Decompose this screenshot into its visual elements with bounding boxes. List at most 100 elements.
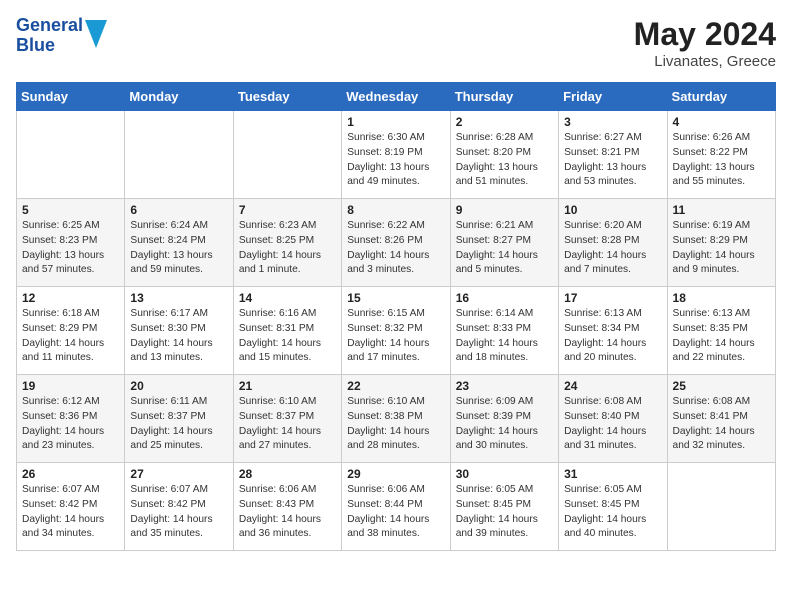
day-number: 28 bbox=[239, 467, 336, 481]
day-number: 22 bbox=[347, 379, 444, 393]
calendar-cell: 28 Sunrise: 6:06 AMSunset: 8:43 PMDayligh… bbox=[233, 463, 341, 551]
calendar-cell: 8Sunrise: 6:22 AMSunset: 8:26 PMDaylight… bbox=[342, 199, 450, 287]
day-number: 24 bbox=[564, 379, 661, 393]
day-info: Sunrise: 6:07 AMSunset: 8:42 PMDaylight:… bbox=[22, 483, 119, 542]
calendar-cell: 5 Sunrise: 6:25 AMSunset: 8:23 PMDaylight… bbox=[17, 199, 125, 287]
day-info: Sunrise: 6:26 AMSunset: 8:22 PMDaylight:… bbox=[673, 131, 770, 190]
calendar-cell: 18 Sunrise: 6:13 AMSunset: 8:35 PMDayligh… bbox=[667, 287, 775, 375]
day-number: 30 bbox=[456, 467, 553, 481]
calendar-table: SundayMondayTuesdayWednesdayThursdayFrid… bbox=[16, 82, 776, 551]
weekday-header-sunday: Sunday bbox=[17, 83, 125, 111]
day-number: 23 bbox=[456, 379, 553, 393]
calendar-cell: 26 Sunrise: 6:07 AMSunset: 8:42 PMDayligh… bbox=[17, 463, 125, 551]
day-info: Sunrise: 6:08 AMSunset: 8:41 PMDaylight:… bbox=[673, 395, 770, 454]
day-number: 10 bbox=[564, 203, 661, 217]
calendar-cell: 13Sunrise: 6:17 AMSunset: 8:30 PMDayligh… bbox=[125, 287, 233, 375]
calendar-cell: 6 Sunrise: 6:24 AMSunset: 8:24 PMDaylight… bbox=[125, 199, 233, 287]
day-info: Sunrise: 6:25 AMSunset: 8:23 PMDaylight:… bbox=[22, 219, 119, 278]
calendar-cell bbox=[233, 111, 341, 199]
day-info: Sunrise: 6:23 AMSunset: 8:25 PMDaylight:… bbox=[239, 219, 336, 278]
day-info: Sunrise: 6:05 AMSunset: 8:45 PMDaylight:… bbox=[564, 483, 661, 542]
calendar-cell bbox=[125, 111, 233, 199]
day-number: 26 bbox=[22, 467, 119, 481]
day-number: 21 bbox=[239, 379, 336, 393]
day-info: Sunrise: 6:08 AMSunset: 8:40 PMDaylight:… bbox=[564, 395, 661, 454]
day-number: 9 bbox=[456, 203, 553, 217]
day-number: 11 bbox=[673, 203, 770, 217]
day-info: Sunrise: 6:11 AMSunset: 8:37 PMDaylight:… bbox=[130, 395, 227, 454]
page-header: General Blue May 2024 Livanates, Greece bbox=[16, 16, 776, 70]
calendar-cell: 30 Sunrise: 6:05 AMSunset: 8:45 PMDayligh… bbox=[450, 463, 558, 551]
calendar-week-5: 26 Sunrise: 6:07 AMSunset: 8:42 PMDayligh… bbox=[17, 463, 776, 551]
month-year-title: May 2024 bbox=[634, 16, 776, 53]
day-info: Sunrise: 6:22 AMSunset: 8:26 PMDaylight:… bbox=[347, 219, 444, 278]
day-info: Sunrise: 6:05 AMSunset: 8:45 PMDaylight:… bbox=[456, 483, 553, 542]
calendar-cell: 7 Sunrise: 6:23 AMSunset: 8:25 PMDaylight… bbox=[233, 199, 341, 287]
day-number: 13 bbox=[130, 291, 227, 305]
day-number: 1 bbox=[347, 115, 444, 129]
day-number: 4 bbox=[673, 115, 770, 129]
day-info: Sunrise: 6:27 AMSunset: 8:21 PMDaylight:… bbox=[564, 131, 661, 190]
day-number: 7 bbox=[239, 203, 336, 217]
calendar-cell: 31Sunrise: 6:05 AMSunset: 8:45 PMDayligh… bbox=[559, 463, 667, 551]
day-info: Sunrise: 6:06 AMSunset: 8:44 PMDaylight:… bbox=[347, 483, 444, 542]
day-info: Sunrise: 6:13 AMSunset: 8:35 PMDaylight:… bbox=[673, 307, 770, 366]
calendar-week-2: 5 Sunrise: 6:25 AMSunset: 8:23 PMDaylight… bbox=[17, 199, 776, 287]
weekday-header-thursday: Thursday bbox=[450, 83, 558, 111]
calendar-cell: 12Sunrise: 6:18 AMSunset: 8:29 PMDayligh… bbox=[17, 287, 125, 375]
calendar-cell: 24 Sunrise: 6:08 AMSunset: 8:40 PMDayligh… bbox=[559, 375, 667, 463]
day-number: 14 bbox=[239, 291, 336, 305]
day-info: Sunrise: 6:24 AMSunset: 8:24 PMDaylight:… bbox=[130, 219, 227, 278]
day-info: Sunrise: 6:30 AMSunset: 8:19 PMDaylight:… bbox=[347, 131, 444, 190]
logo-line1: General bbox=[16, 16, 83, 36]
day-number: 5 bbox=[22, 203, 119, 217]
calendar-cell: 9 Sunrise: 6:21 AMSunset: 8:27 PMDaylight… bbox=[450, 199, 558, 287]
day-info: Sunrise: 6:19 AMSunset: 8:29 PMDaylight:… bbox=[673, 219, 770, 278]
calendar-cell: 14 Sunrise: 6:16 AMSunset: 8:31 PMDayligh… bbox=[233, 287, 341, 375]
calendar-cell: 19Sunrise: 6:12 AMSunset: 8:36 PMDayligh… bbox=[17, 375, 125, 463]
calendar-body: 1 Sunrise: 6:30 AMSunset: 8:19 PMDaylight… bbox=[17, 111, 776, 551]
calendar-cell: 11 Sunrise: 6:19 AMSunset: 8:29 PMDayligh… bbox=[667, 199, 775, 287]
day-info: Sunrise: 6:06 AMSunset: 8:43 PMDaylight:… bbox=[239, 483, 336, 542]
calendar-week-1: 1 Sunrise: 6:30 AMSunset: 8:19 PMDaylight… bbox=[17, 111, 776, 199]
day-info: Sunrise: 6:28 AMSunset: 8:20 PMDaylight:… bbox=[456, 131, 553, 190]
calendar-cell: 1 Sunrise: 6:30 AMSunset: 8:19 PMDaylight… bbox=[342, 111, 450, 199]
calendar-week-3: 12Sunrise: 6:18 AMSunset: 8:29 PMDayligh… bbox=[17, 287, 776, 375]
day-info: Sunrise: 6:12 AMSunset: 8:36 PMDaylight:… bbox=[22, 395, 119, 454]
day-info: Sunrise: 6:09 AMSunset: 8:39 PMDaylight:… bbox=[456, 395, 553, 454]
calendar-cell: 15Sunrise: 6:15 AMSunset: 8:32 PMDayligh… bbox=[342, 287, 450, 375]
logo-triangle-icon bbox=[85, 20, 107, 48]
day-number: 29 bbox=[347, 467, 444, 481]
logo-line2: Blue bbox=[16, 36, 83, 56]
calendar-cell: 4 Sunrise: 6:26 AMSunset: 8:22 PMDaylight… bbox=[667, 111, 775, 199]
day-number: 6 bbox=[130, 203, 227, 217]
calendar-cell bbox=[667, 463, 775, 551]
weekday-header-tuesday: Tuesday bbox=[233, 83, 341, 111]
calendar-cell: 10Sunrise: 6:20 AMSunset: 8:28 PMDayligh… bbox=[559, 199, 667, 287]
day-info: Sunrise: 6:07 AMSunset: 8:42 PMDaylight:… bbox=[130, 483, 227, 542]
calendar-cell: 20 Sunrise: 6:11 AMSunset: 8:37 PMDayligh… bbox=[125, 375, 233, 463]
day-number: 17 bbox=[564, 291, 661, 305]
logo: General Blue bbox=[16, 16, 107, 56]
day-number: 20 bbox=[130, 379, 227, 393]
weekday-header-wednesday: Wednesday bbox=[342, 83, 450, 111]
calendar-cell bbox=[17, 111, 125, 199]
day-number: 25 bbox=[673, 379, 770, 393]
calendar-cell: 29 Sunrise: 6:06 AMSunset: 8:44 PMDayligh… bbox=[342, 463, 450, 551]
calendar-cell: 2Sunrise: 6:28 AMSunset: 8:20 PMDaylight… bbox=[450, 111, 558, 199]
day-info: Sunrise: 6:14 AMSunset: 8:33 PMDaylight:… bbox=[456, 307, 553, 366]
day-info: Sunrise: 6:21 AMSunset: 8:27 PMDaylight:… bbox=[456, 219, 553, 278]
weekday-header-saturday: Saturday bbox=[667, 83, 775, 111]
day-number: 18 bbox=[673, 291, 770, 305]
calendar-cell: 21 Sunrise: 6:10 AMSunset: 8:37 PMDayligh… bbox=[233, 375, 341, 463]
calendar-cell: 27 Sunrise: 6:07 AMSunset: 8:42 PMDayligh… bbox=[125, 463, 233, 551]
day-info: Sunrise: 6:16 AMSunset: 8:31 PMDaylight:… bbox=[239, 307, 336, 366]
day-number: 27 bbox=[130, 467, 227, 481]
day-number: 15 bbox=[347, 291, 444, 305]
day-info: Sunrise: 6:10 AMSunset: 8:37 PMDaylight:… bbox=[239, 395, 336, 454]
day-info: Sunrise: 6:10 AMSunset: 8:38 PMDaylight:… bbox=[347, 395, 444, 454]
day-number: 12 bbox=[22, 291, 119, 305]
title-block: May 2024 Livanates, Greece bbox=[634, 16, 776, 70]
weekday-header-monday: Monday bbox=[125, 83, 233, 111]
calendar-cell: 3Sunrise: 6:27 AMSunset: 8:21 PMDaylight… bbox=[559, 111, 667, 199]
